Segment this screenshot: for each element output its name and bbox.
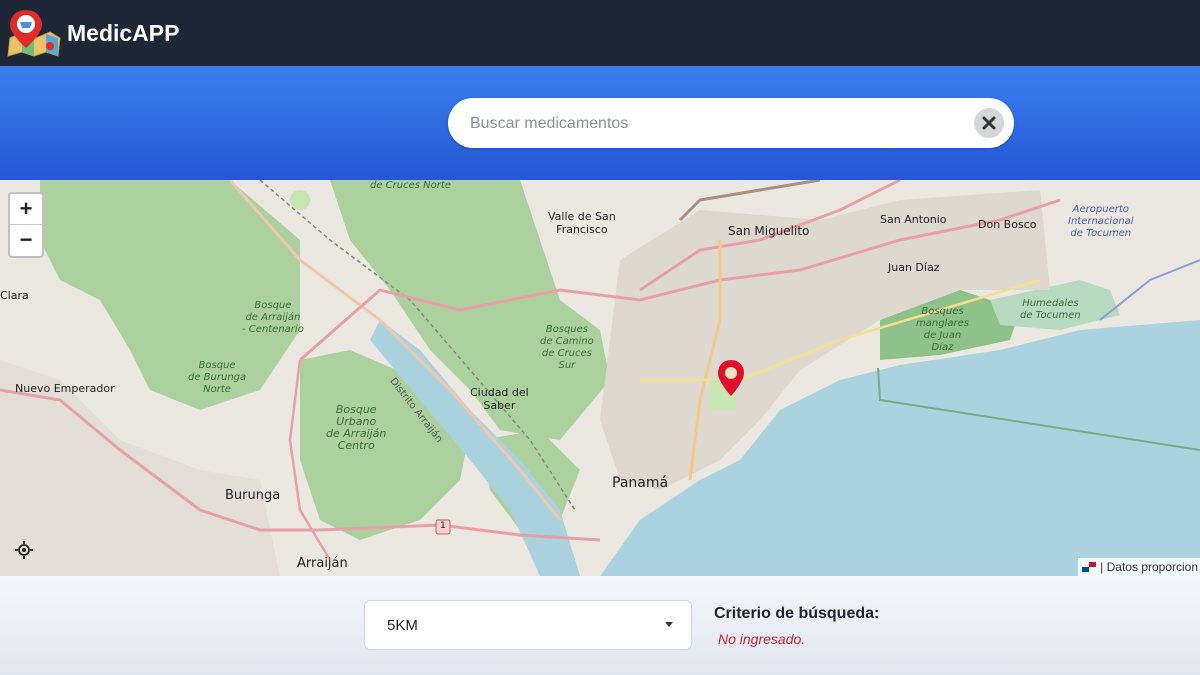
- crosshair-icon: [15, 541, 33, 559]
- zoom-in-button[interactable]: +: [10, 194, 42, 225]
- flag-icon: [1082, 562, 1097, 572]
- map-label-juan-diaz: Juan Díaz: [888, 261, 940, 274]
- map-label-aeropuerto: Aeropuerto Internacional de Tocumen: [1068, 204, 1134, 239]
- radius-selected-value: 5KM: [387, 616, 418, 634]
- chevron-down-icon: [665, 622, 673, 627]
- map-label-bosques-camino-cruces-sur: Bosques de Camino de Cruces Sur: [540, 324, 594, 371]
- map-view[interactable]: de Cruces Norte Valle de San Francisco S…: [0, 180, 1200, 576]
- map-label-ciudad-del-saber: Ciudad del Saber: [470, 386, 529, 412]
- zoom-out-button[interactable]: −: [10, 225, 42, 255]
- attribution-text[interactable]: | Datos proporcion: [1100, 560, 1198, 574]
- map-label-valle-san-francisco: Valle de San Francisco: [548, 210, 616, 236]
- map-route-shield-1: 1: [440, 521, 446, 531]
- filter-panel: 5KM Criterio de búsqueda: No ingresado.: [0, 576, 1200, 675]
- map-attribution: | Datos proporcion: [1078, 558, 1200, 576]
- app-name: MedicAPP: [67, 19, 180, 46]
- map-label-humedales: Humedales de Tocumen: [1020, 298, 1081, 321]
- criteria-title: Criterio de búsqueda:: [714, 605, 880, 622]
- map-label-arraijan: Arraiján: [297, 556, 348, 571]
- map-label-panama: Panamá: [612, 475, 669, 491]
- map-label-clara: Clara: [0, 289, 29, 302]
- search-band: [0, 66, 1200, 180]
- clear-search-button[interactable]: [974, 108, 1004, 138]
- map-label-san-antonio: San Antonio: [880, 213, 947, 226]
- locate-me-button[interactable]: [10, 536, 38, 564]
- map-label-bosque-urbano-arraijan: Bosque Urbano de Arraiján Centro: [326, 403, 387, 452]
- top-navbar: MedicAPP: [0, 0, 1200, 66]
- map-label-don-bosco: Don Bosco: [978, 218, 1037, 231]
- criteria-value: No ingresado.: [718, 631, 806, 647]
- close-icon: [982, 116, 996, 130]
- map-label-san-miguelito: San Miguelito: [728, 224, 810, 238]
- map-tiles: [0, 180, 1200, 576]
- radius-select[interactable]: 5KM: [364, 600, 692, 650]
- map-label-burunga: Burunga: [225, 488, 281, 503]
- map-label-nuevo-emperador: Nuevo Emperador: [15, 382, 115, 395]
- brand-home-link[interactable]: MedicAPP: [6, 8, 179, 58]
- map-label-bosque-burunga-norte: Bosque de Burunga Norte: [188, 360, 247, 395]
- map-label-bosque-arraijan-centenario: Bosque de Arraiján - Centenario: [242, 300, 304, 335]
- search-input[interactable]: [468, 98, 952, 150]
- map-label-bosques-manglares: Bosques manglares de Juan Díaz: [916, 306, 969, 353]
- map-label-cruces-norte: de Cruces Norte: [370, 180, 451, 191]
- zoom-control: + −: [8, 192, 44, 258]
- search-bar: [448, 98, 1014, 150]
- map-pin-logo-icon: [7, 10, 61, 57]
